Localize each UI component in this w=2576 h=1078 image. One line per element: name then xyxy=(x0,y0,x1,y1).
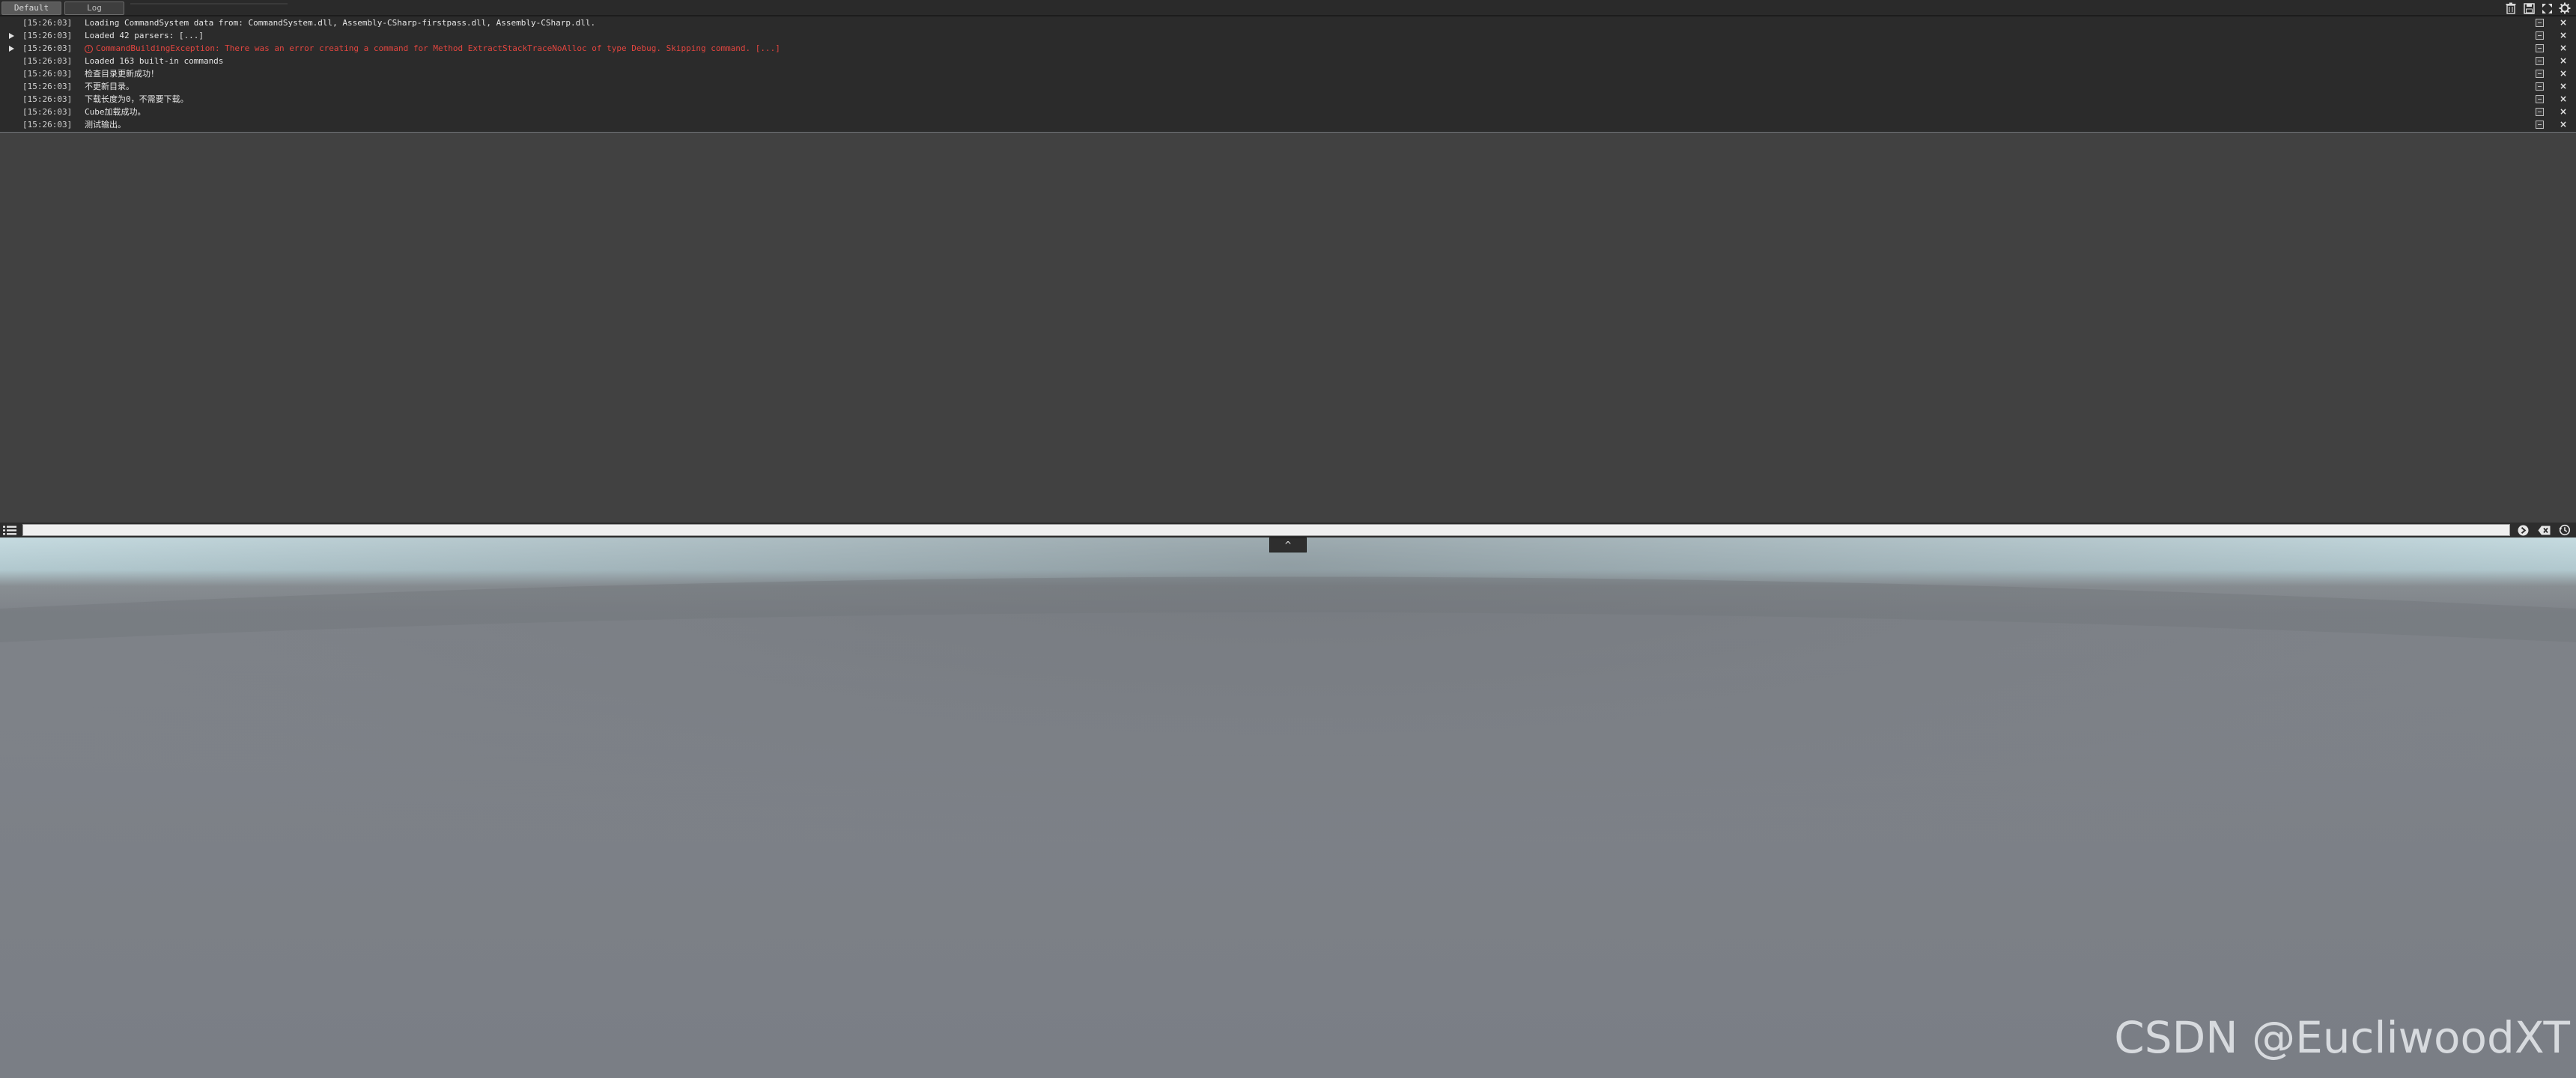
log-message: Loading CommandSystem data from: Command… xyxy=(85,18,596,28)
error-text: CommandBuildingException: There was an e… xyxy=(96,43,780,53)
save-icon[interactable] xyxy=(2522,1,2536,15)
log-message: 检查目录更新成功！ xyxy=(85,69,159,79)
log-row[interactable]: [15:26:03] 测试输出。 × xyxy=(0,118,2576,131)
history-icon[interactable] xyxy=(2558,524,2572,536)
game-scene: CSDN @EucliwoodXT xyxy=(0,538,2576,1078)
log-timestamp: [15:26:03] xyxy=(22,107,73,117)
expand-arrow-icon[interactable] xyxy=(9,33,14,39)
log-timestamp: [15:26:03] xyxy=(22,94,73,104)
collapse-row-icon[interactable] xyxy=(2536,108,2544,116)
log-list[interactable]: [15:26:03] Loading CommandSystem data fr… xyxy=(0,16,2576,132)
scene-background xyxy=(0,538,2576,1078)
submit-arrow-icon[interactable] xyxy=(2516,524,2530,536)
console-body xyxy=(0,133,2576,523)
command-bar xyxy=(0,523,2576,538)
log-message: 测试输出。 xyxy=(85,120,126,130)
collapse-row-icon[interactable] xyxy=(2536,31,2544,40)
log-timestamp: [15:26:03] xyxy=(22,82,73,91)
tab-divider xyxy=(130,3,288,4)
trash-icon[interactable] xyxy=(2504,1,2518,15)
log-timestamp: [15:26:03] xyxy=(22,31,73,40)
command-input[interactable] xyxy=(22,524,2510,536)
close-row-icon[interactable]: × xyxy=(2560,118,2567,131)
log-message: Cube加载成功。 xyxy=(85,107,146,117)
collapse-row-icon[interactable] xyxy=(2536,44,2544,52)
log-row[interactable]: [15:26:03] Loaded 163 built-in commands … xyxy=(0,55,2576,67)
close-row-icon[interactable]: × xyxy=(2560,16,2567,29)
clear-input-icon[interactable] xyxy=(2537,524,2551,536)
expand-arrow-icon[interactable] xyxy=(9,46,14,52)
close-row-icon[interactable]: × xyxy=(2560,80,2567,93)
close-row-icon[interactable]: × xyxy=(2560,93,2567,106)
expand-icon[interactable] xyxy=(2540,1,2554,15)
tab-log[interactable]: Log xyxy=(64,1,124,15)
toolbar xyxy=(2504,1,2572,15)
log-message-error: ! CommandBuildingException: There was an … xyxy=(85,42,780,55)
log-timestamp: [15:26:03] xyxy=(22,18,73,28)
log-timestamp: [15:26:03] xyxy=(22,43,73,53)
log-row[interactable]: [15:26:03] Cube加载成功。 × xyxy=(0,106,2576,118)
log-row[interactable]: [15:26:03] Loaded 42 parsers: [...] × xyxy=(0,29,2576,42)
collapse-row-icon[interactable] xyxy=(2536,70,2544,78)
close-row-icon[interactable]: × xyxy=(2560,55,2567,67)
collapse-console-button[interactable]: ^ xyxy=(1269,538,1307,552)
collapse-row-icon[interactable] xyxy=(2536,82,2544,91)
error-icon: ! xyxy=(85,44,93,53)
console-tab-bar: Default Log xyxy=(0,0,2576,16)
log-row[interactable]: [15:26:03] 检查目录更新成功！ × xyxy=(0,67,2576,80)
close-row-icon[interactable]: × xyxy=(2560,42,2567,55)
log-row[interactable]: [15:26:03] 不更新目录。 × xyxy=(0,80,2576,93)
log-row[interactable]: [15:26:03] 下载长度为0，不需要下载。 × xyxy=(0,93,2576,106)
collapse-row-icon[interactable] xyxy=(2536,95,2544,103)
tab-default[interactable]: Default xyxy=(1,1,61,15)
log-message: Loaded 163 built-in commands xyxy=(85,56,224,66)
close-row-icon[interactable]: × xyxy=(2560,67,2567,80)
log-timestamp: [15:26:03] xyxy=(22,69,73,79)
log-row-error[interactable]: [15:26:03] ! CommandBuildingException: Th… xyxy=(0,42,2576,55)
log-timestamp: [15:26:03] xyxy=(22,56,73,66)
collapse-row-icon[interactable] xyxy=(2536,19,2544,27)
log-message: 不更新目录。 xyxy=(85,82,134,91)
collapse-row-icon[interactable] xyxy=(2536,121,2544,129)
close-row-icon[interactable]: × xyxy=(2560,106,2567,118)
settings-icon[interactable] xyxy=(2558,1,2572,15)
collapse-row-icon[interactable] xyxy=(2536,57,2544,65)
close-row-icon[interactable]: × xyxy=(2560,29,2567,42)
log-message: 下载长度为0，不需要下载。 xyxy=(85,94,189,104)
command-list-icon[interactable] xyxy=(1,524,18,536)
log-timestamp: [15:26:03] xyxy=(22,120,73,130)
log-message: Loaded 42 parsers: [...] xyxy=(85,31,204,40)
watermark-text: CSDN @EucliwoodXT xyxy=(2114,1012,2570,1063)
log-row[interactable]: [15:26:03] Loading CommandSystem data fr… xyxy=(0,16,2576,29)
